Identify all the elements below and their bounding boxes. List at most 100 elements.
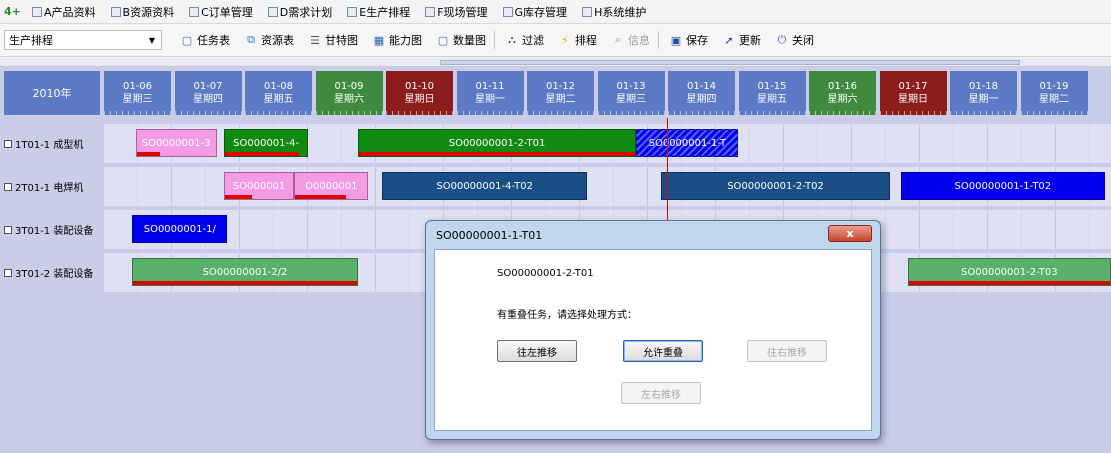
menu-item-label: H系统维护: [594, 5, 647, 19]
menu-item-label: E生产排程: [359, 5, 411, 19]
refresh-button[interactable]: ➚ 更新: [716, 29, 767, 51]
day-date: 01-07: [193, 81, 223, 92]
toolbar-buttons: ▢ 任务表 ⧉ 资源表 ☰ 甘特图 ▦ 能力图 ▢ 数量图 ⛬ 过滤 ⚡ 排程 ⌕ 信息 ▣ 保存 ➚ 更新 ⏻ 关闭: [172, 29, 820, 51]
day-date: 01-11: [475, 81, 505, 92]
hour-ticks: [315, 111, 383, 115]
hour-ticks: [527, 111, 594, 115]
menu-item-icon: [347, 6, 358, 17]
hour-ticks: [668, 111, 735, 115]
expand-icon[interactable]: [4, 225, 12, 234]
resource-lane: SO000001 O0000001 SO00000001-4-T02 SO000000…: [104, 165, 1111, 208]
lightning-button[interactable]: ⚡ 排程: [552, 29, 603, 51]
task-bar[interactable]: SO000001-4-: [223, 129, 309, 157]
module-select[interactable]: 生产排程 ▼: [4, 30, 162, 50]
allow-overlap-button[interactable]: 允许重叠: [623, 340, 703, 362]
dialog-close-button[interactable]: x: [828, 225, 872, 242]
menu-item-f[interactable]: F现场管理: [419, 2, 496, 22]
capacity-button[interactable]: ▦ 能力图: [366, 29, 428, 51]
resource-table-button[interactable]: ⧉ 资源表: [238, 29, 300, 51]
dialog-task-id: SO00000001-2-T01: [497, 268, 594, 279]
task-table-icon: ▢: [181, 33, 193, 47]
day-date: 01-15: [757, 81, 787, 92]
task-bar[interactable]: SO000001: [223, 172, 295, 200]
day-header: 01-14 星期四: [668, 71, 735, 115]
move-left-button[interactable]: 往左推移: [497, 340, 577, 362]
day-date: 01-18: [968, 81, 999, 92]
task-label: SO00000001-2-T01: [448, 137, 546, 149]
move-right-button[interactable]: 往右推移: [747, 340, 827, 362]
task-bar[interactable]: SO0000001-3: [135, 129, 217, 157]
toolbar-button-label: 保存: [686, 34, 708, 47]
day-weekday: 星期四: [686, 94, 717, 105]
toolbar-button-label: 信息: [628, 34, 650, 47]
day-weekday: 星期六: [334, 94, 364, 105]
binoculars-button[interactable]: ⛬ 过滤: [499, 29, 550, 51]
day-weekday: 星期五: [757, 94, 787, 105]
hour-ticks: [879, 111, 947, 115]
task-bar[interactable]: SO00000001-2-T03: [907, 258, 1111, 286]
day-date: 01-09: [334, 81, 364, 92]
toolbar-button-label: 数量图: [453, 34, 486, 47]
toolbar-button-label: 排程: [575, 34, 597, 47]
day-header: 01-10 星期日: [386, 71, 453, 115]
menu-item-c[interactable]: C订单管理: [183, 2, 262, 22]
quantity-button[interactable]: ▢ 数量图: [430, 29, 492, 51]
expand-icon[interactable]: [4, 139, 12, 148]
menu-item-icon: [189, 6, 200, 17]
toolbar-button-label: 任务表: [197, 34, 230, 47]
task-bar[interactable]: SO00000001-2-T02: [660, 172, 891, 200]
task-bar[interactable]: SO0000001-1/: [132, 215, 228, 243]
toolbar-separator: [494, 31, 495, 49]
menu-item-icon: [267, 6, 278, 17]
resource-name: 3T01-2 装配设备: [15, 269, 94, 280]
menu-bar: 4+ A产品资料 B资源资料 C订单管理 D需求计划 E生产排程 F现场管理 G库存管理 H系…: [0, 0, 1111, 24]
gantt-button[interactable]: ☰ 甘特图: [302, 29, 364, 51]
task-bar[interactable]: SO00000001-2-T01: [357, 129, 637, 157]
expand-icon[interactable]: [4, 268, 12, 277]
resource-row-label[interactable]: 3T01-1 装配设备: [0, 208, 104, 251]
task-bar[interactable]: SO0000001-1-T: [636, 129, 739, 157]
menu-item-icon: [502, 6, 513, 17]
resource-row-label[interactable]: 1T01-1 成型机: [0, 122, 104, 165]
menu-item-icon: [110, 6, 121, 17]
hour-ticks: [104, 111, 171, 115]
menu-item-label: G库存管理: [514, 5, 568, 19]
task-progress: [224, 152, 300, 156]
resource-row-label[interactable]: 2T01-1 电焊机: [0, 165, 104, 208]
timeline-scrollbar[interactable]: [0, 58, 1111, 67]
resource-row-label[interactable]: 3T01-2 装配设备: [0, 251, 104, 294]
module-select-value: 生产排程: [9, 34, 53, 47]
task-bar[interactable]: SO00000001-2/2: [132, 258, 358, 286]
hour-ticks: [1020, 111, 1088, 115]
menu-item-h[interactable]: H系统维护: [576, 2, 655, 22]
menu-item-b[interactable]: B资源资料: [105, 2, 184, 22]
dialog-title: SO00000001-1-T01: [436, 229, 543, 242]
hour-ticks: [809, 111, 876, 115]
save-icon: ▣: [670, 33, 682, 47]
timeline-scroll-thumb[interactable]: [440, 60, 1020, 65]
resource-name: 3T01-1 装配设备: [15, 226, 94, 237]
menu-item-g[interactable]: G库存管理: [497, 2, 577, 22]
hour-ticks: [174, 111, 242, 115]
hour-ticks: [738, 111, 806, 115]
close-app-button[interactable]: ⏻ 关闭: [769, 29, 820, 51]
task-bar[interactable]: SO00000001-1-T02: [900, 172, 1106, 200]
info-button[interactable]: ⌕ 信息: [605, 29, 656, 51]
move-both-button[interactable]: 左右推移: [621, 382, 701, 404]
task-table-button[interactable]: ▢ 任务表: [174, 29, 236, 51]
toolbar-button-label: 资源表: [261, 34, 294, 47]
expand-icon[interactable]: [4, 182, 12, 191]
menu-item-icon: [582, 6, 593, 17]
info-icon: ⌕: [614, 33, 622, 46]
menu-item-e[interactable]: E生产排程: [341, 2, 419, 22]
resource-name: 2T01-1 电焊机: [15, 183, 84, 194]
menu-item-a[interactable]: A产品资料: [26, 2, 105, 22]
task-bar[interactable]: SO00000001-4-T02: [382, 172, 587, 200]
task-label: SO00000001-1-T02: [954, 180, 1052, 192]
resource-table-icon: ⧉: [247, 33, 255, 46]
day-date: 01-10: [404, 81, 435, 92]
menu-item-d[interactable]: D需求计划: [262, 2, 341, 22]
menu-item-label: F现场管理: [437, 5, 488, 19]
save-button[interactable]: ▣ 保存: [663, 29, 714, 51]
task-bar[interactable]: O0000001: [294, 172, 369, 200]
